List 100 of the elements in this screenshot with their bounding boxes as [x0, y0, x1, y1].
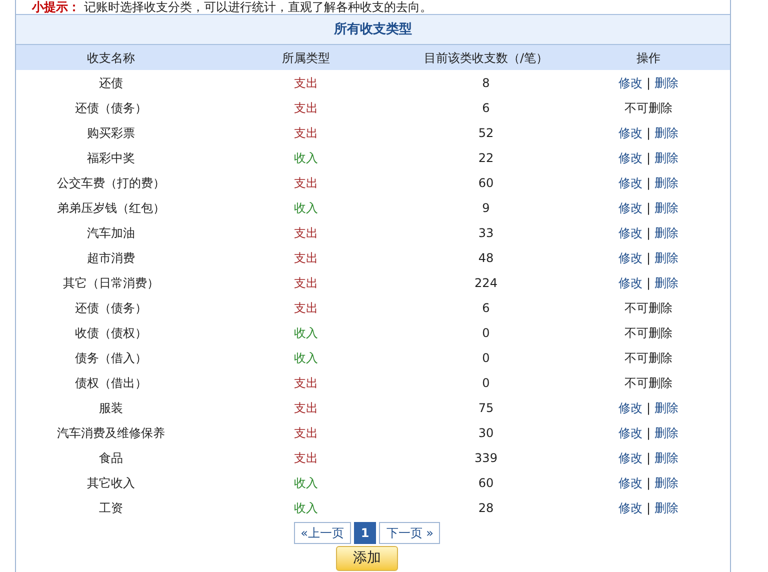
delete-link[interactable]: 删除: [654, 274, 679, 292]
edit-link[interactable]: 修改: [618, 474, 642, 492]
table-cell-text: 购买彩票: [86, 124, 136, 142]
table-cell-text: 收债（债权）: [74, 324, 148, 342]
edit-link[interactable]: 修改: [618, 274, 642, 292]
column-header: 目前该类收支数（/笔）: [422, 50, 550, 66]
table-cell-text: 8: [481, 74, 491, 92]
table-cell-text: 还债: [98, 74, 124, 92]
table-cell-text: 339: [474, 450, 498, 466]
table-cell-text: 224: [474, 274, 498, 292]
delete-link[interactable]: 删除: [654, 474, 679, 492]
separator: |: [646, 224, 651, 242]
edit-link[interactable]: 修改: [618, 398, 642, 416]
separator: |: [646, 500, 651, 516]
table-cell-text: 食品: [98, 450, 124, 466]
table-cell-text: 28: [477, 500, 495, 516]
delete-link[interactable]: 删除: [654, 498, 679, 516]
table-cell-text: 支出: [293, 274, 319, 292]
separator: |: [646, 274, 651, 292]
table-cell-text: 6: [481, 300, 491, 316]
separator: |: [646, 424, 651, 442]
table-cell-text: 其它收入: [86, 474, 136, 492]
table-cell-text: 30: [477, 424, 495, 442]
separator: |: [646, 450, 651, 466]
table-cell-text: 支出: [293, 224, 319, 242]
table-cell-text: 收入: [293, 150, 319, 166]
delete-link[interactable]: 删除: [654, 174, 679, 192]
table-cell-text: 支出: [293, 250, 319, 266]
column-header: 操作: [636, 50, 662, 66]
edit-link[interactable]: 修改: [618, 424, 642, 442]
edit-link[interactable]: 修改: [618, 198, 642, 216]
table-cell-text: 收入: [293, 474, 319, 492]
table-cell-text: 48: [477, 250, 495, 266]
table-cell-text: 收入: [293, 200, 319, 216]
table-cell-text: 9: [481, 200, 491, 216]
page-button[interactable]: 1: [354, 522, 376, 544]
edit-link[interactable]: 修改: [618, 124, 642, 142]
table-title: 所有收支类型: [16, 14, 730, 45]
table-cell-text: 60: [477, 474, 495, 492]
table-cell-text: 0: [481, 350, 491, 366]
delete-link[interactable]: 删除: [654, 424, 679, 442]
edit-link[interactable]: 修改: [618, 74, 642, 92]
delete-link[interactable]: 删除: [654, 448, 679, 466]
delete-link[interactable]: 删除: [654, 74, 679, 92]
table-cell-text: 不可删除: [624, 374, 672, 392]
table-cell-text: 支出: [293, 400, 319, 416]
tip-label: 小提示：: [32, 0, 80, 14]
table-cell-text: 支出: [293, 424, 319, 442]
table-cell-text: 支出: [293, 74, 319, 92]
table-cell-text: 还债（债务）: [74, 300, 148, 316]
table-cell-text: 支出: [293, 450, 319, 466]
table-cell-text: 福彩中奖: [86, 150, 136, 166]
separator: |: [646, 474, 651, 492]
edit-link[interactable]: 修改: [618, 224, 642, 242]
delete-link[interactable]: 删除: [654, 148, 679, 166]
separator: |: [646, 400, 651, 416]
table-cell-text: 22: [477, 150, 495, 166]
delete-link[interactable]: 删除: [654, 248, 679, 266]
table-cell-text: 汽车消费及维修保养: [56, 424, 166, 442]
delete-link[interactable]: 删除: [654, 398, 679, 416]
table-cell-text: 75: [477, 400, 495, 416]
next-page-button[interactable]: 下一页 »: [379, 522, 440, 544]
table-cell-text: 工资: [98, 500, 124, 516]
delete-link[interactable]: 删除: [654, 224, 679, 242]
table-cell-text: 债权（借出）: [74, 374, 148, 392]
table-cell-text: 弟弟压岁钱（红包）: [56, 200, 166, 216]
separator: |: [646, 250, 651, 266]
column-header: 收支名称: [86, 50, 136, 66]
table-cell-text: 52: [477, 124, 495, 142]
edit-link[interactable]: 修改: [618, 448, 642, 466]
table-cell-text: 不可删除: [624, 350, 672, 366]
table-cell-text: 收入: [293, 350, 319, 366]
separator: |: [646, 174, 651, 192]
table-cell-text: 不可删除: [624, 100, 672, 116]
table-cell-text: 收入: [293, 324, 319, 342]
table-cell-text: 公交车费（打的费）: [56, 174, 166, 192]
table-cell-text: 0: [481, 324, 491, 342]
table-cell-text: 收入: [293, 500, 319, 516]
separator: |: [646, 200, 651, 216]
delete-link[interactable]: 删除: [654, 124, 679, 142]
previous-page-button[interactable]: «上一页: [294, 522, 351, 544]
table-cell-text: 支出: [293, 174, 319, 192]
table-cell-text: 6: [481, 100, 491, 116]
separator: |: [646, 150, 651, 166]
table-cell-text: 支出: [293, 374, 319, 392]
edit-link[interactable]: 修改: [618, 148, 642, 166]
edit-link[interactable]: 修改: [618, 248, 642, 266]
delete-link[interactable]: 删除: [654, 198, 679, 216]
table-cell-text: 支出: [293, 124, 319, 142]
table-cell-text: 服装: [98, 400, 124, 416]
separator: |: [646, 74, 651, 92]
table-cell-text: 债务（借入）: [74, 350, 148, 366]
add-button[interactable]: 添加: [336, 546, 398, 571]
table-cell-text: 支出: [293, 300, 319, 316]
edit-link[interactable]: 修改: [618, 498, 642, 516]
table-cell-text: 超市消费: [86, 250, 136, 266]
edit-link[interactable]: 修改: [618, 174, 642, 192]
column-header: 所属类型: [281, 50, 331, 66]
table-cell-text: 汽车加油: [86, 224, 136, 242]
table-cell-text: 还债（债务）: [74, 100, 148, 116]
